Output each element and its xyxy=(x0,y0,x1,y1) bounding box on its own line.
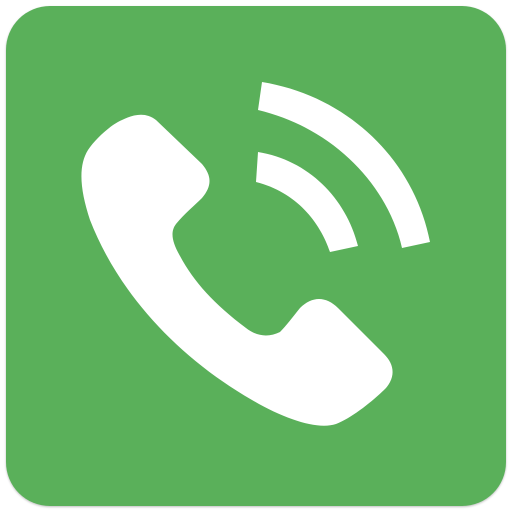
icon-canvas xyxy=(0,0,512,512)
phone-app-icon[interactable] xyxy=(6,6,506,506)
